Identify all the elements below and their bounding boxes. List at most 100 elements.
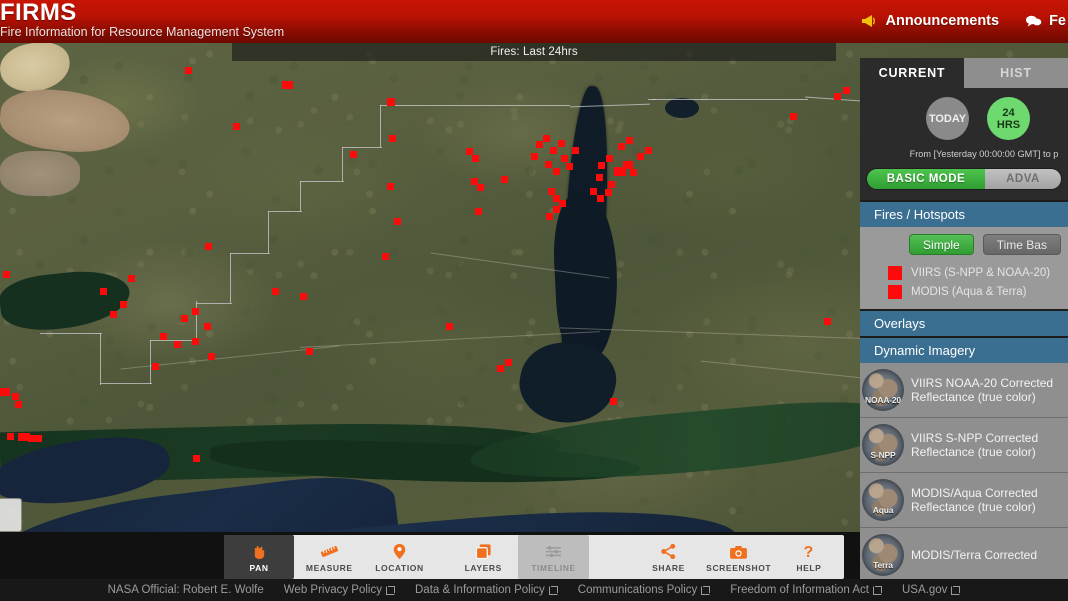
fire-detection-point[interactable] <box>606 155 613 162</box>
fire-detection-point[interactable] <box>558 140 565 147</box>
tool-pan[interactable]: PAN <box>224 535 295 579</box>
section-overlays[interactable]: Overlays <box>860 309 1068 336</box>
time-based-mode-button[interactable]: Time Bas <box>982 234 1061 255</box>
mode-toggle[interactable]: BASIC MODE ADVA <box>866 168 1062 190</box>
basic-mode-button[interactable]: BASIC MODE <box>867 169 985 189</box>
fire-detection-point[interactable] <box>630 169 637 176</box>
fire-detection-point[interactable] <box>572 147 579 154</box>
fire-detection-point[interactable] <box>300 293 307 300</box>
fire-detection-point[interactable] <box>205 243 212 250</box>
fire-detection-point[interactable] <box>12 393 19 400</box>
fire-detection-point[interactable] <box>559 200 566 207</box>
fire-detection-point[interactable] <box>181 315 188 322</box>
legend-row-modis[interactable]: MODIS (Aqua & Terra) <box>888 282 1068 301</box>
fire-detection-point[interactable] <box>550 147 557 154</box>
period-today-button[interactable]: TODAY <box>926 97 969 140</box>
tab-current[interactable]: CURRENT <box>860 58 964 88</box>
fire-detection-point[interactable] <box>590 188 597 195</box>
tool-measure[interactable]: MEASURE <box>294 535 364 579</box>
fire-detection-point[interactable] <box>0 388 10 396</box>
fire-detection-point[interactable] <box>553 168 560 175</box>
tool-help[interactable]: ? HELP <box>774 535 844 579</box>
fire-detection-point[interactable] <box>843 87 850 94</box>
tool-layers[interactable]: LAYERS <box>448 535 518 579</box>
footer-link-foia[interactable]: Freedom of Information Act <box>730 584 882 596</box>
fire-detection-point[interactable] <box>204 323 211 330</box>
fire-detection-point[interactable] <box>192 338 199 345</box>
announcements-link[interactable]: Announcements <box>861 13 999 29</box>
fire-detection-point[interactable] <box>637 153 644 160</box>
fire-detection-point[interactable] <box>387 98 395 106</box>
period-24hrs-button[interactable]: 24 HRS <box>987 97 1030 140</box>
fire-detection-point[interactable] <box>536 141 543 148</box>
fire-detection-point[interactable] <box>3 271 10 278</box>
list-item[interactable]: Terra MODIS/Terra Corrected <box>860 528 1068 583</box>
fire-detection-point[interactable] <box>100 288 107 295</box>
list-item[interactable]: NOAA-20 VIIRS NOAA-20 Corrected Reflecta… <box>860 363 1068 418</box>
fire-detection-point[interactable] <box>597 195 604 202</box>
fire-detection-point[interactable] <box>282 81 293 89</box>
fire-detection-point[interactable] <box>608 181 615 188</box>
fire-detection-point[interactable] <box>505 359 512 366</box>
tool-share[interactable]: SHARE <box>633 535 703 579</box>
fire-detection-point[interactable] <box>389 135 396 142</box>
fire-detection-point[interactable] <box>382 253 389 260</box>
fire-detection-point[interactable] <box>472 155 479 162</box>
fire-detection-point[interactable] <box>387 183 394 190</box>
fire-detection-point[interactable] <box>15 401 22 408</box>
fire-detection-point[interactable] <box>596 174 603 181</box>
fire-detection-point[interactable] <box>566 163 573 170</box>
fire-detection-point[interactable] <box>543 135 550 142</box>
fire-detection-point[interactable] <box>645 147 652 154</box>
fire-detection-point[interactable] <box>475 208 482 215</box>
fire-detection-point[interactable] <box>605 189 612 196</box>
footer-link-communications[interactable]: Communications Policy <box>578 584 711 596</box>
feedback-link[interactable]: Fe <box>1025 13 1066 29</box>
fire-detection-point[interactable] <box>561 155 568 162</box>
fire-detection-point[interactable] <box>120 301 127 308</box>
fire-detection-point[interactable] <box>28 435 42 442</box>
fire-detection-point[interactable] <box>497 365 504 372</box>
fire-detection-point[interactable] <box>160 333 167 340</box>
fire-detection-point[interactable] <box>306 348 313 355</box>
fire-detection-point[interactable] <box>824 318 831 325</box>
list-item[interactable]: Aqua MODIS/Aqua Corrected Reflectance (t… <box>860 473 1068 528</box>
fire-detection-point[interactable] <box>174 341 181 348</box>
footer-link-data-policy[interactable]: Data & Information Policy <box>415 584 558 596</box>
fire-detection-point[interactable] <box>466 148 473 155</box>
fire-detection-point[interactable] <box>152 363 159 370</box>
zoom-control[interactable] <box>0 498 22 532</box>
fire-detection-point[interactable] <box>7 433 14 440</box>
advanced-mode-button[interactable]: ADVA <box>985 169 1061 189</box>
tool-screenshot[interactable]: SCREENSHOT <box>704 535 774 579</box>
fire-detection-point[interactable] <box>790 113 797 120</box>
legend-row-viirs[interactable]: VIIRS (S-NPP & NOAA-20) <box>888 263 1068 282</box>
simple-mode-button[interactable]: Simple <box>909 234 974 255</box>
fire-detection-point[interactable] <box>553 206 560 213</box>
fire-detection-point[interactable] <box>501 176 508 183</box>
fire-detection-point[interactable] <box>446 323 453 330</box>
footer-link-usagov[interactable]: USA.gov <box>902 584 961 596</box>
footer-link-web-privacy[interactable]: Web Privacy Policy <box>284 584 395 596</box>
fire-detection-point[interactable] <box>233 123 240 130</box>
tab-historic[interactable]: HIST <box>964 58 1068 88</box>
fire-detection-point[interactable] <box>477 184 484 191</box>
fire-detection-point[interactable] <box>192 308 199 315</box>
section-dynamic-imagery[interactable]: Dynamic Imagery <box>860 336 1068 363</box>
fire-detection-point[interactable] <box>548 188 555 195</box>
fire-detection-point[interactable] <box>623 161 633 169</box>
fire-detection-point[interactable] <box>834 93 841 100</box>
tool-location[interactable]: LOCATION <box>364 535 434 579</box>
fire-detection-point[interactable] <box>272 288 279 295</box>
fire-detection-point[interactable] <box>626 137 633 144</box>
fire-detection-point[interactable] <box>545 161 552 168</box>
fire-detection-point[interactable] <box>546 213 553 220</box>
fire-detection-point[interactable] <box>110 311 117 318</box>
fire-detection-point[interactable] <box>618 143 625 150</box>
fire-detection-point[interactable] <box>598 162 605 169</box>
fire-detection-point[interactable] <box>193 455 200 462</box>
fire-detection-point[interactable] <box>208 353 215 360</box>
fire-detection-point[interactable] <box>350 151 357 158</box>
fire-detection-point[interactable] <box>531 153 538 160</box>
fire-detection-point[interactable] <box>394 218 401 225</box>
